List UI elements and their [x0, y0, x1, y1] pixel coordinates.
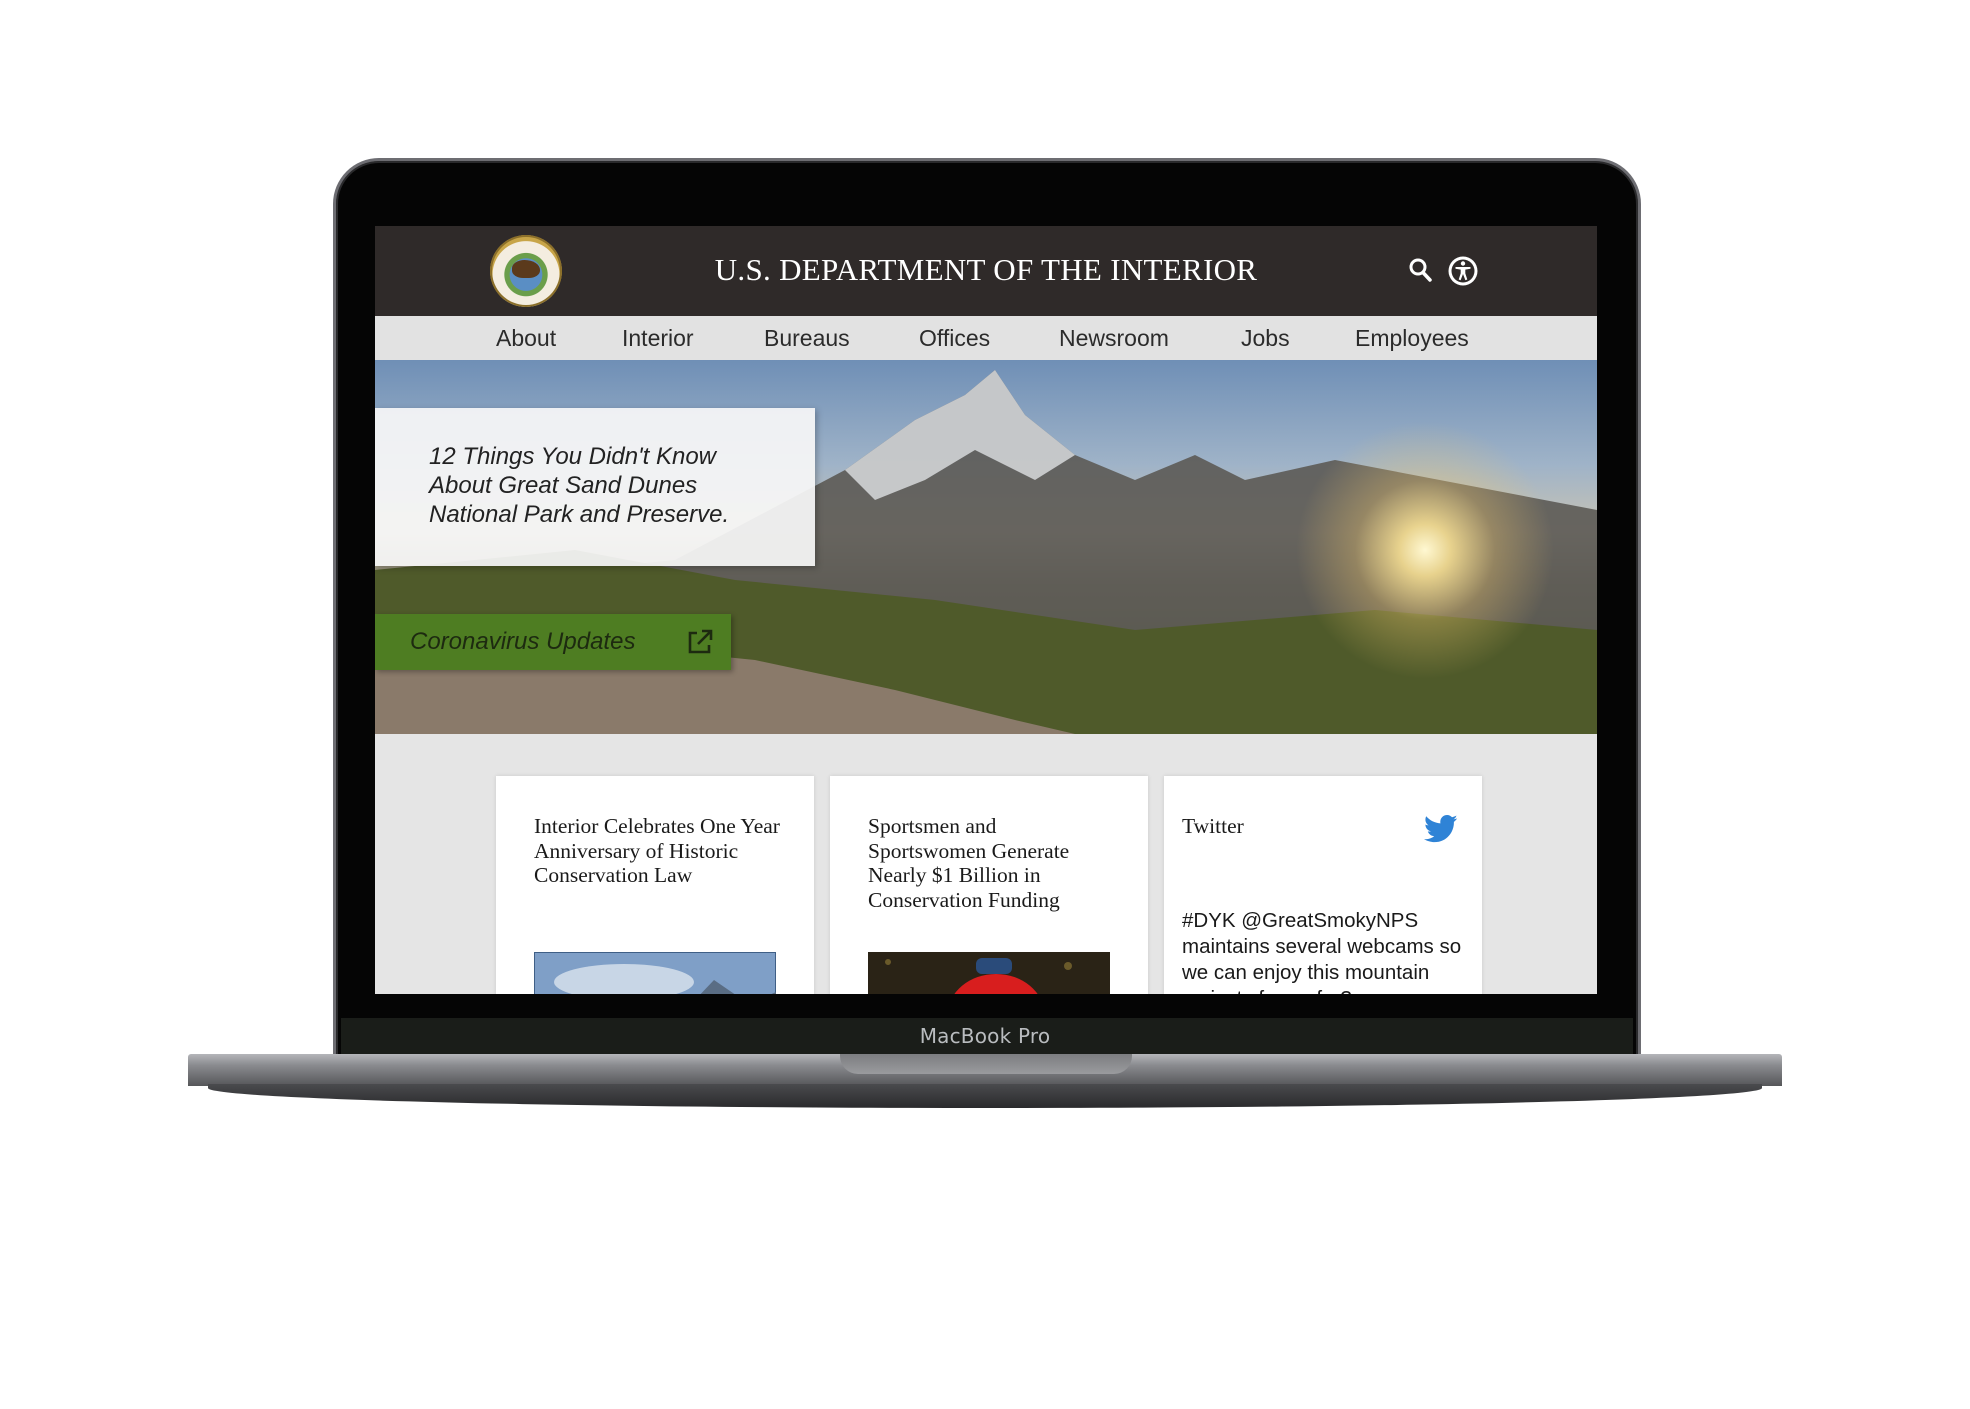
news-card-image [868, 952, 1110, 994]
hero-banner: 12 Things You Didn't Know About Great Sa… [375, 360, 1597, 734]
coronavirus-updates-label: Coronavirus Updates [410, 628, 636, 655]
nav-item-employees[interactable]: Employees [1355, 325, 1469, 352]
news-card[interactable]: Interior Celebrates One Year Anniversary… [496, 776, 814, 994]
browser-screen: U.S. DEPARTMENT OF THE INTERIOR About In… [375, 226, 1597, 994]
laptop-notch [840, 1054, 1132, 1074]
accessibility-icon[interactable] [1447, 255, 1479, 287]
nav-item-about[interactable]: About [496, 325, 556, 352]
featured-story-card[interactable]: 12 Things You Didn't Know About Great Sa… [375, 408, 815, 566]
coronavirus-updates-button[interactable]: Coronavirus Updates [375, 614, 731, 670]
news-card-image [534, 952, 776, 994]
device-label: MacBook Pro [919, 1024, 1051, 1048]
main-nav: About Interior Bureaus Offices Newsroom … [375, 316, 1597, 361]
site-header: U.S. DEPARTMENT OF THE INTERIOR [375, 226, 1597, 316]
news-card-title: Interior Celebrates One Year Anniversary… [534, 814, 780, 887]
nav-item-interior[interactable]: Interior [622, 325, 694, 352]
featured-story-title: 12 Things You Didn't Know About Great Sa… [429, 443, 730, 528]
twitter-card[interactable]: Twitter #DYK @GreatSmokyNPS maintains se… [1164, 776, 1482, 994]
news-card[interactable]: Sportsmen and Sportswomen Generate Nearl… [830, 776, 1148, 994]
sun-glow [1295, 420, 1555, 680]
twitter-title: Twitter [1182, 814, 1244, 838]
laptop-base-bottom [208, 1084, 1762, 1108]
search-icon[interactable] [1408, 257, 1432, 283]
nav-item-bureaus[interactable]: Bureaus [764, 325, 850, 352]
tweet-text: #DYK @GreatSmokyNPS maintains several we… [1182, 909, 1462, 994]
nav-item-newsroom[interactable]: Newsroom [1059, 325, 1169, 352]
news-card-title: Sportsmen and Sportswomen Generate Nearl… [868, 814, 1070, 912]
external-link-icon [688, 629, 713, 654]
twitter-bird-icon[interactable] [1424, 814, 1458, 844]
nav-item-offices[interactable]: Offices [919, 325, 990, 352]
nav-item-jobs[interactable]: Jobs [1241, 325, 1290, 352]
